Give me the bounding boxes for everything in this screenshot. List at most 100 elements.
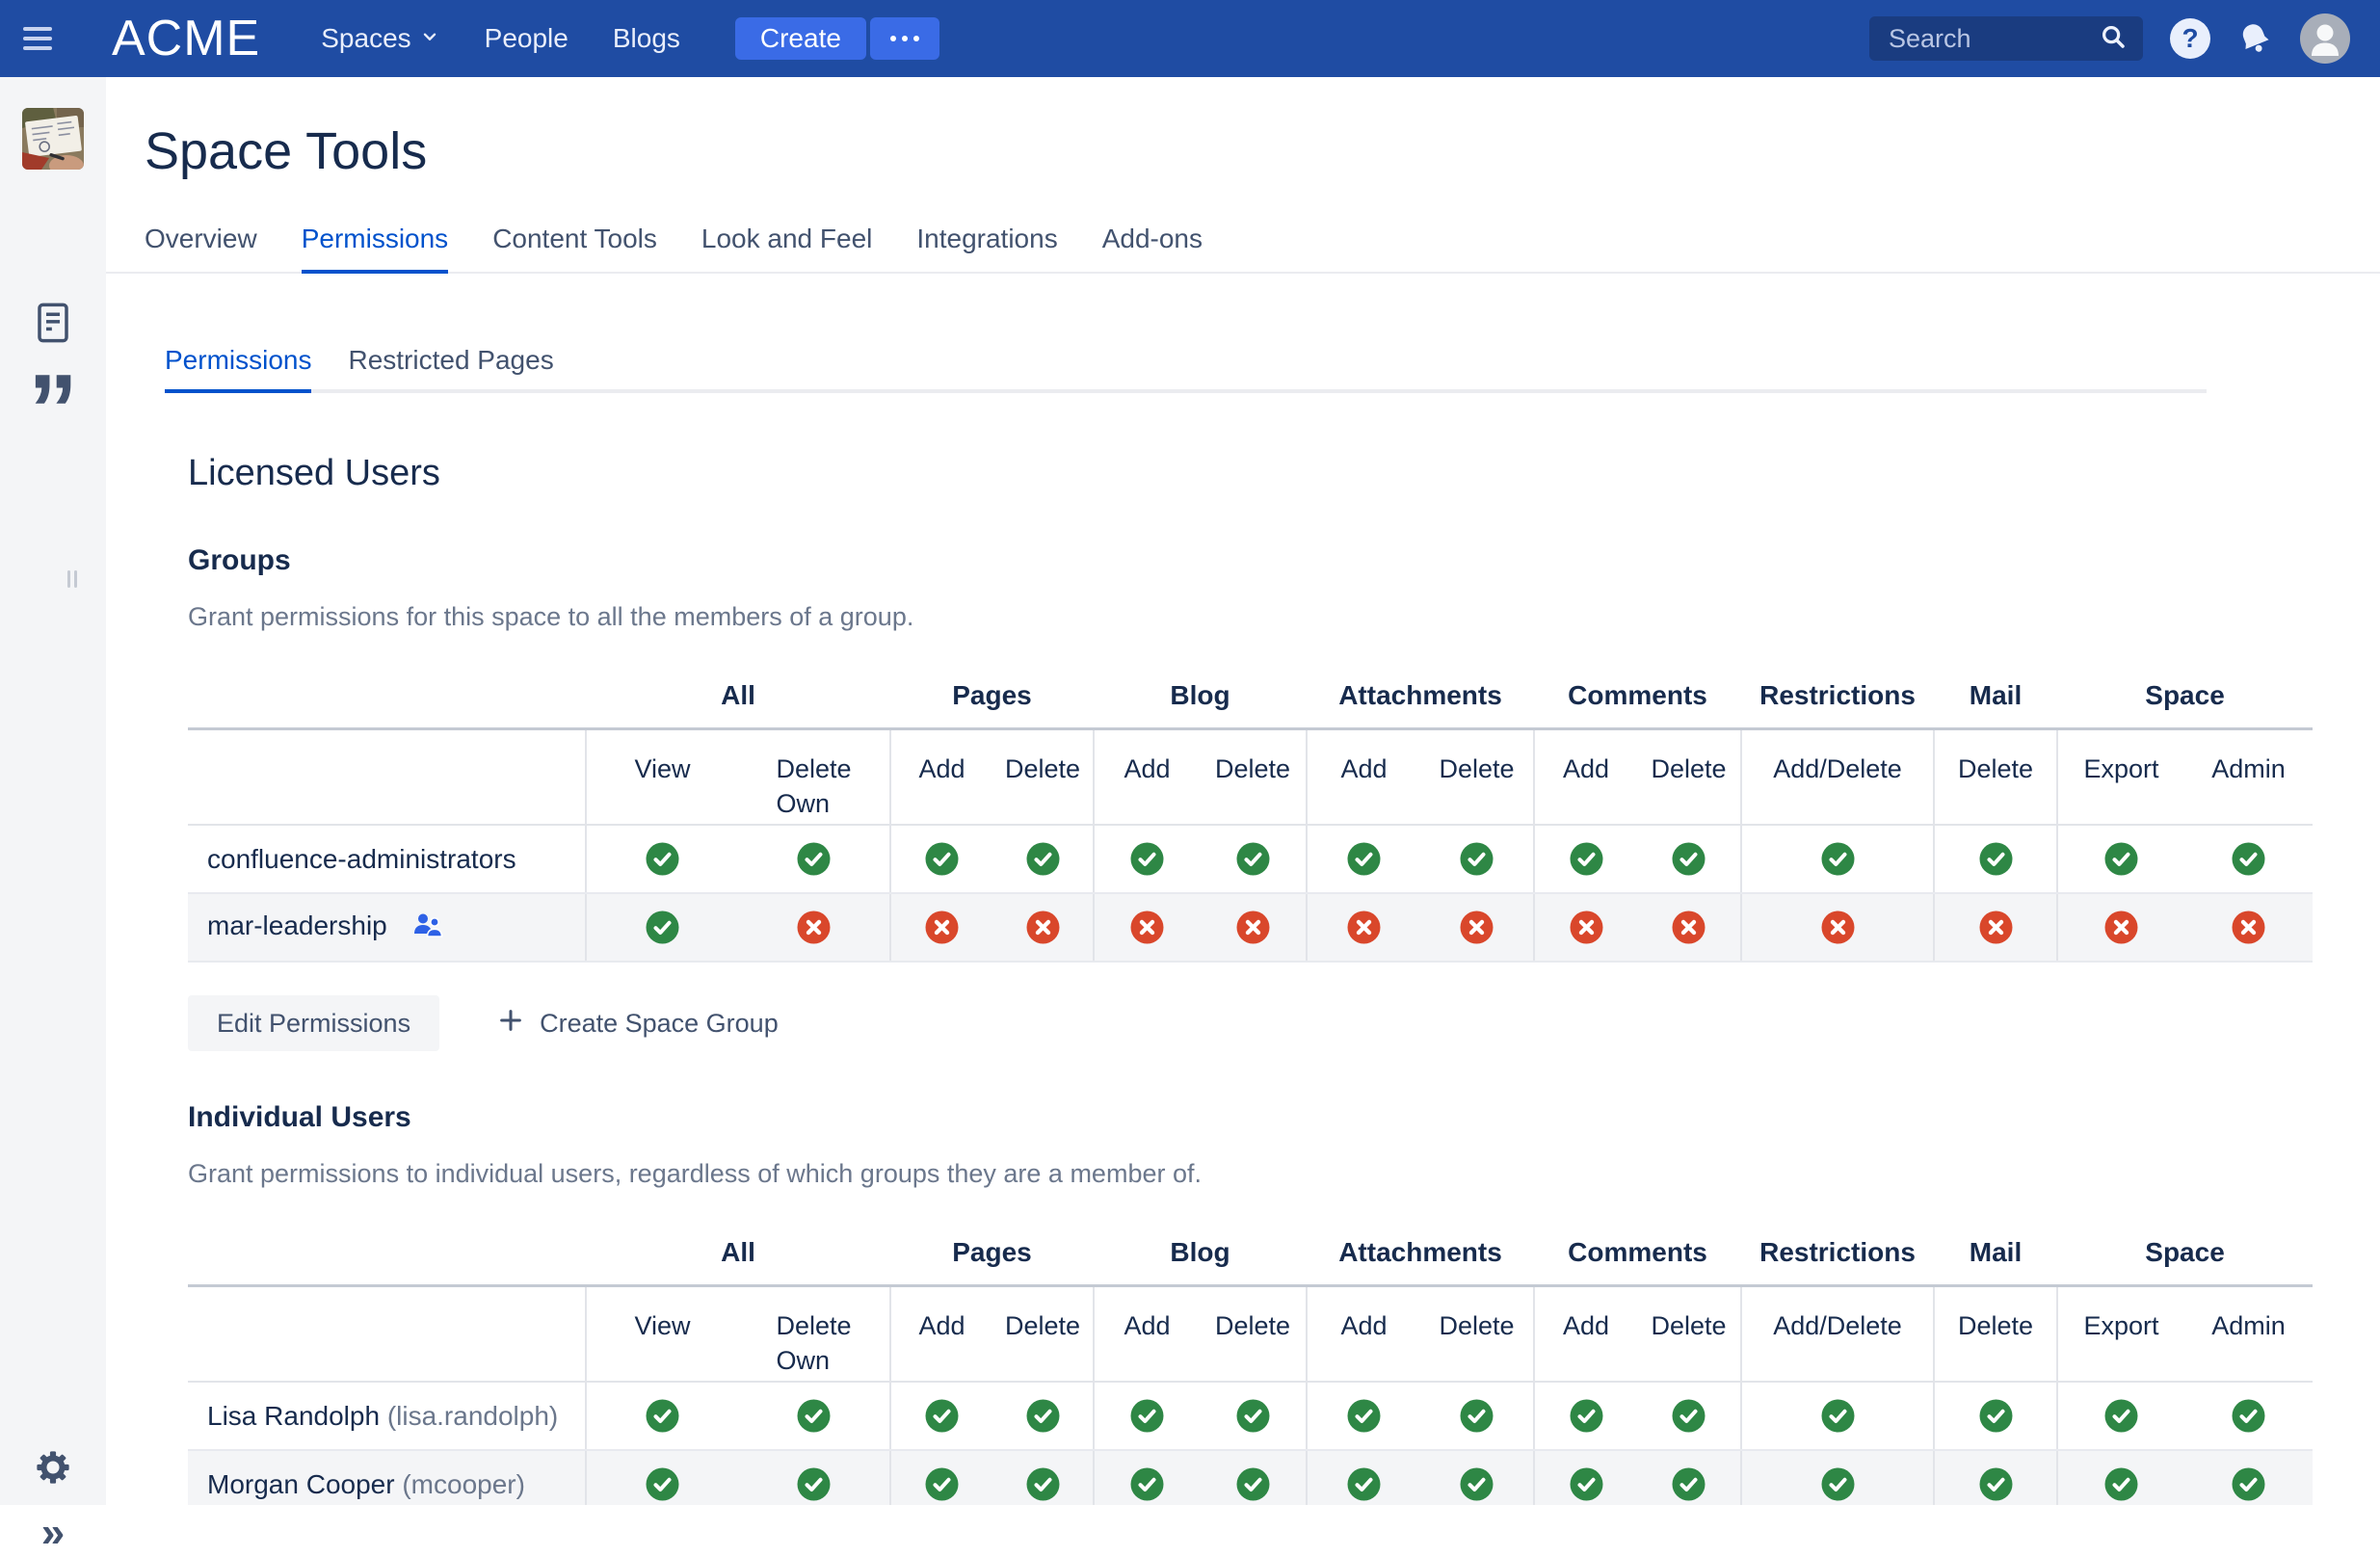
permission-granted-icon (1026, 851, 1060, 867)
permission-granted-icon (925, 851, 959, 867)
permission-granted-icon (2104, 1476, 2138, 1492)
bell-icon[interactable] (2235, 19, 2274, 58)
column-group-restrictions: Restrictions (1741, 1222, 1934, 1285)
column-group-mail: Mail (1934, 1222, 2057, 1285)
column-group-pages: Pages (890, 1222, 1094, 1285)
ellipsis-icon (890, 36, 896, 41)
permission-denied-icon (1821, 919, 1855, 936)
column-comments-delete: Delete (1637, 1285, 1741, 1382)
groups-description: Grant permissions for this space to all … (188, 602, 2380, 632)
gear-icon[interactable] (0, 1449, 106, 1486)
permission-granted-icon (925, 1408, 959, 1424)
space-tools-tabs: Overview Permissions Content Tools Look and… (106, 224, 2380, 274)
group-permissions-row: mar-leadership (188, 893, 2313, 962)
expand-sidebar-icon[interactable]: » (0, 1509, 106, 1557)
permission-denied-icon (1460, 919, 1494, 936)
permission-granted-icon (1672, 851, 1706, 867)
permission-granted-icon (797, 1408, 831, 1424)
hamburger-icon[interactable] (6, 0, 69, 77)
tab-look-and-feel[interactable]: Look and Feel (701, 224, 872, 272)
top-navbar: ACME Spaces People Blogs Create Search ? (0, 0, 2380, 77)
subtab-restricted-pages[interactable]: Restricted Pages (348, 345, 553, 389)
more-actions-button[interactable] (870, 17, 939, 60)
permission-denied-icon (1979, 919, 2013, 936)
tab-overview[interactable]: Overview (145, 224, 257, 272)
column-restrictions-add-delete: Add/Delete (1741, 1285, 1934, 1382)
pages-icon[interactable] (0, 303, 106, 343)
subtab-permissions[interactable]: Permissions (165, 345, 311, 393)
permission-granted-icon (646, 1476, 679, 1492)
app-logo[interactable]: ACME (112, 13, 260, 64)
licensed-users-heading: Licensed Users (188, 453, 2380, 494)
column-attachments-delete: Delete (1420, 1285, 1534, 1382)
group-name: mar-leadership (207, 910, 387, 940)
tab-permissions[interactable]: Permissions (302, 224, 448, 274)
column-group-space: Space (2057, 665, 2313, 728)
column-pages-add: Add (890, 1285, 992, 1382)
column-group-blog: Blog (1094, 1222, 1307, 1285)
permission-granted-icon (2232, 1476, 2265, 1492)
nav-item-people[interactable]: People (485, 23, 569, 54)
permission-granted-icon (1672, 1476, 1706, 1492)
permission-granted-icon (1821, 1408, 1855, 1424)
tab-add-ons[interactable]: Add-ons (1102, 224, 1203, 272)
individual-users-description: Grant permissions to individual users, r… (188, 1159, 2380, 1189)
nav-item-label: Spaces (321, 23, 410, 54)
tab-content-tools[interactable]: Content Tools (492, 224, 657, 272)
nav-item-label: Blogs (613, 23, 680, 54)
column-group-attachments: Attachments (1307, 1222, 1534, 1285)
permission-denied-icon (1236, 919, 1270, 936)
permission-granted-icon (1347, 1408, 1381, 1424)
permission-granted-icon (1570, 1408, 1603, 1424)
plus-icon (497, 1007, 524, 1041)
permission-granted-icon (1821, 1476, 1855, 1492)
permission-granted-icon (1570, 851, 1603, 867)
search-placeholder: Search (1889, 24, 2099, 54)
nav-item-spaces[interactable]: Spaces (321, 23, 439, 54)
permission-granted-icon (1460, 851, 1494, 867)
permission-denied-icon (2232, 919, 2265, 936)
permission-denied-icon (1347, 919, 1381, 936)
column-group-comments: Comments (1534, 665, 1741, 728)
user-name: Lisa Randolph (207, 1401, 380, 1431)
column-group-restrictions: Restrictions (1741, 665, 1934, 728)
column-group-attachments: Attachments (1307, 665, 1534, 728)
search-icon (2099, 22, 2128, 56)
tab-integrations[interactable]: Integrations (916, 224, 1057, 272)
help-icon[interactable]: ? (2170, 18, 2210, 59)
column-pages-add: Add (890, 728, 992, 825)
groups-permissions-table: AllPagesBlogAttachmentsCommentsRestricti… (188, 665, 2313, 963)
create-button[interactable]: Create (735, 17, 866, 60)
quotes-icon[interactable]: ” (0, 366, 106, 416)
permission-denied-icon (1570, 919, 1603, 936)
users-permissions-table: AllPagesBlogAttachmentsCommentsRestricti… (188, 1222, 2313, 1505)
permission-granted-icon (1979, 1476, 2013, 1492)
column-pages-delete: Delete (992, 728, 1094, 825)
column-all-delete-own: DeleteOwn (738, 1285, 890, 1382)
group-members-icon (405, 914, 443, 944)
column-blog-add: Add (1094, 728, 1200, 825)
column-all-view: View (586, 1285, 738, 1382)
permission-denied-icon (2104, 919, 2138, 936)
permission-granted-icon (2232, 851, 2265, 867)
permission-granted-icon (925, 1476, 959, 1492)
user-permissions-row: Lisa Randolph (lisa.randolph) (188, 1382, 2313, 1450)
column-mail-delete: Delete (1934, 1285, 2057, 1382)
permission-denied-icon (1672, 919, 1706, 936)
sidebar-resize-handle[interactable] (67, 570, 77, 588)
search-input[interactable]: Search (1869, 16, 2143, 61)
chevron-down-icon (419, 23, 440, 54)
space-avatar[interactable] (22, 108, 84, 170)
permission-granted-icon (2104, 851, 2138, 867)
nav-item-label: People (485, 23, 569, 54)
permission-granted-icon (1979, 1408, 2013, 1424)
permission-granted-icon (1130, 851, 1164, 867)
permission-granted-icon (646, 919, 679, 936)
column-space-admin: Admin (2184, 1285, 2313, 1382)
column-group-all: All (586, 1222, 890, 1285)
user-avatar[interactable] (2299, 13, 2351, 65)
edit-permissions-button[interactable]: Edit Permissions (188, 995, 439, 1051)
column-group-all: All (586, 665, 890, 728)
nav-item-blogs[interactable]: Blogs (613, 23, 680, 54)
create-space-group-button[interactable]: Create Space Group (497, 1007, 779, 1041)
